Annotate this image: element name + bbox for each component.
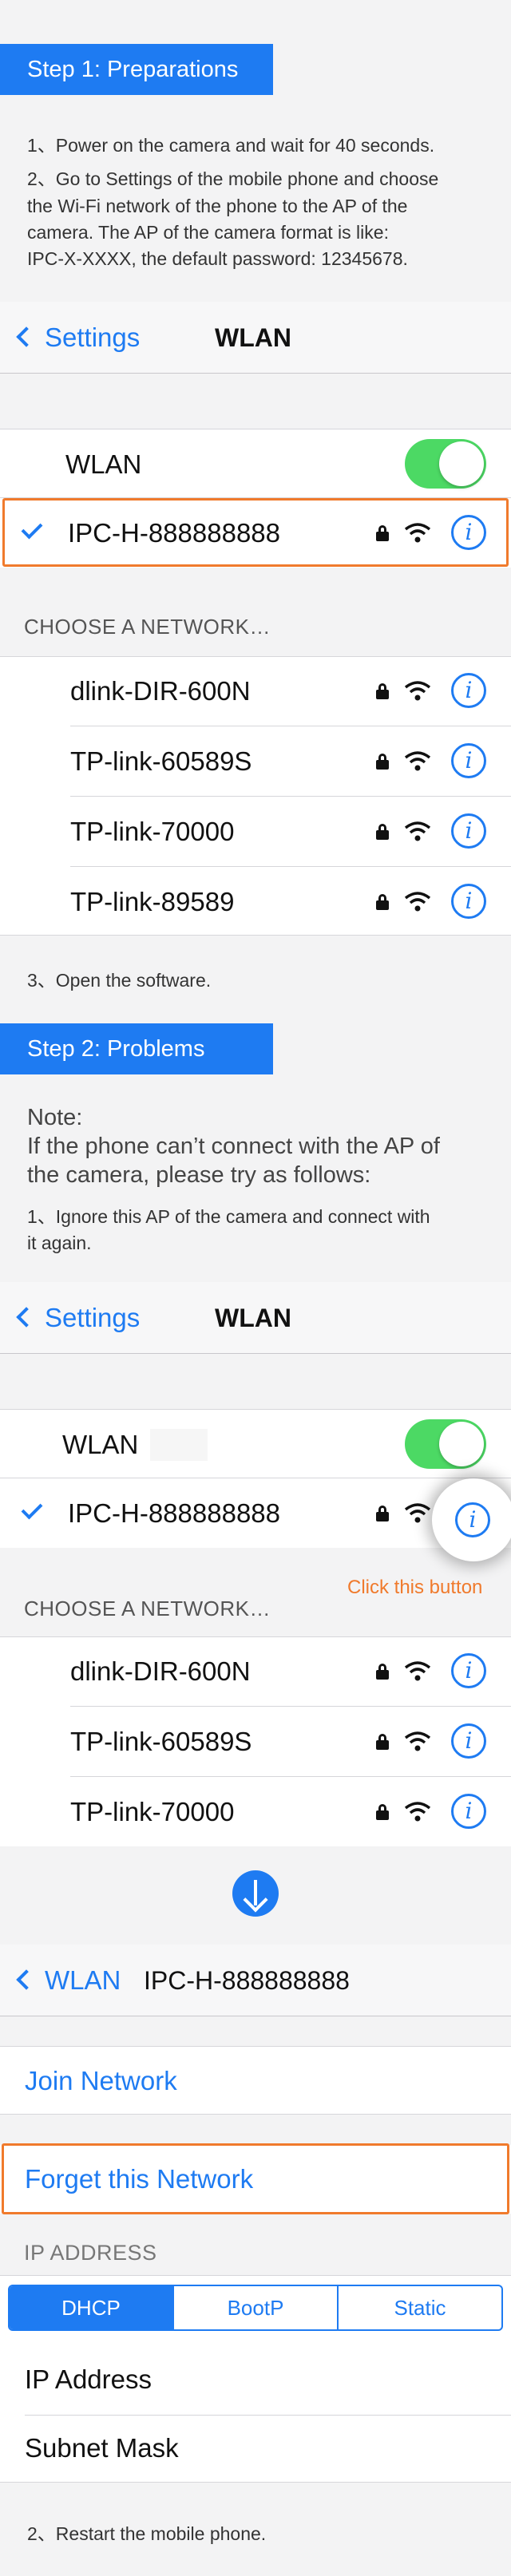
network-name: TP-link-89589 xyxy=(70,887,235,916)
wifi-icon xyxy=(404,1503,431,1523)
screen1-wlan-row: WLAN xyxy=(0,429,511,498)
wlan-label: WLAN xyxy=(65,449,142,479)
network-row[interactable]: dlink-DIR-600N i xyxy=(0,1636,511,1706)
step1-instruction-2b: the Wi-Fi network of the phone to the AP… xyxy=(27,196,408,216)
screen2-wlan-row: WLAN xyxy=(0,1409,511,1478)
note-line-2: the camera, please try as follows: xyxy=(27,1162,371,1188)
info-icon[interactable]: i xyxy=(451,673,486,708)
network-row[interactable]: TP-link-60589S i xyxy=(0,1707,511,1776)
step1-instruction-2d: IPC-X-XXXX, the default password: 123456… xyxy=(27,248,408,269)
segment-bootp[interactable]: BootP xyxy=(172,2286,337,2329)
segment-dhcp[interactable]: DHCP xyxy=(10,2286,172,2329)
chevron-left-icon xyxy=(16,326,37,347)
page: { "step1": { "banner": "Step 1: Preparat… xyxy=(0,0,511,2576)
wifi-icon xyxy=(404,1661,431,1681)
ip-mode-segmented-control: DHCP BootP Static xyxy=(8,2285,503,2331)
screen1-section-header: CHOOSE A NETWORK… xyxy=(24,615,271,639)
network-row[interactable]: TP-link-70000 i xyxy=(0,797,511,866)
info-icon[interactable]: i xyxy=(451,1653,486,1688)
screen3-back-button[interactable]: WLAN xyxy=(14,1945,121,2016)
network-row[interactable]: TP-link-89589 i xyxy=(0,867,511,936)
lock-icon xyxy=(376,754,389,770)
step2-banner: Step 2: Problems xyxy=(0,1023,273,1074)
network-row[interactable]: dlink-DIR-600N i xyxy=(0,656,511,726)
highlight-connected-network xyxy=(2,498,509,567)
highlight-forget-network xyxy=(2,2143,509,2214)
wifi-icon xyxy=(404,751,431,771)
screen2-nav-title: WLAN xyxy=(215,1304,291,1332)
chevron-left-icon xyxy=(16,1307,37,1328)
info-icon[interactable]: i xyxy=(451,1723,486,1759)
tip-line-1: 1、Ignore this AP of the camera and conne… xyxy=(27,1206,430,1227)
screen1-nav-title: WLAN xyxy=(215,323,291,352)
arrow-down-icon xyxy=(232,1870,279,1917)
network-name: TP-link-70000 xyxy=(70,817,235,846)
final-tip: 2、Restart the mobile phone. xyxy=(27,2523,267,2544)
join-network-label: Join Network xyxy=(25,2066,177,2095)
network-name: dlink-DIR-600N xyxy=(70,1656,251,1686)
info-icon[interactable]: i xyxy=(451,743,486,778)
step1-banner: Step 1: Preparations xyxy=(0,44,273,95)
lock-icon xyxy=(376,1664,389,1680)
network-row[interactable]: TP-link-70000 i xyxy=(0,1777,511,1846)
network-name: TP-link-60589S xyxy=(70,746,252,776)
network-name: TP-link-70000 xyxy=(70,1797,235,1826)
wifi-icon xyxy=(404,892,431,912)
lock-icon xyxy=(376,894,389,910)
checkmark-icon xyxy=(21,1498,43,1520)
back-label: Settings xyxy=(45,1303,141,1332)
lock-icon xyxy=(376,824,389,840)
ip-address-label: IP Address xyxy=(25,2364,152,2394)
network-row[interactable]: TP-link-60589S i xyxy=(0,726,511,796)
toggle-knob xyxy=(439,441,484,486)
ip-address-header: IP ADDRESS xyxy=(24,2241,157,2265)
screen2-back-button[interactable]: Settings xyxy=(14,1282,140,1354)
note-line-1: If the phone can’t connect with the AP o… xyxy=(27,1134,440,1159)
screen3-navbar: WLAN IPC-H-888888888 xyxy=(0,1945,511,2016)
lock-icon xyxy=(376,683,389,699)
wifi-icon xyxy=(404,681,431,701)
connected-network-name: IPC-H-888888888 xyxy=(68,1498,280,1528)
wlan-label: WLAN xyxy=(62,1430,139,1459)
note-title: Note: xyxy=(27,1105,83,1130)
step1-instruction-2c: camera. The AP of the camera format is l… xyxy=(27,222,389,243)
tip-line-2: it again. xyxy=(27,1233,92,1253)
info-icon[interactable]: i xyxy=(451,1794,486,1829)
screen2-section-header: CHOOSE A NETWORK… xyxy=(24,1597,271,1620)
lock-icon xyxy=(376,1734,389,1750)
back-label: WLAN xyxy=(45,1965,121,1995)
back-label: Settings xyxy=(45,322,141,352)
lock-icon xyxy=(376,1804,389,1820)
click-hint: Click this button xyxy=(347,1577,483,1598)
network-name: dlink-DIR-600N xyxy=(70,676,251,706)
toggle-knob xyxy=(439,1422,484,1466)
screen2-navbar: Settings WLAN xyxy=(0,1282,511,1354)
screen3-nav-title: IPC-H-888888888 xyxy=(144,1966,350,1995)
wlan-toggle[interactable] xyxy=(405,439,486,489)
chevron-left-icon xyxy=(16,1969,37,1990)
step1-instruction-3: 3、Open the software. xyxy=(27,970,212,991)
wifi-icon xyxy=(404,1802,431,1822)
redaction-block xyxy=(150,1429,208,1461)
subnet-mask-label: Subnet Mask xyxy=(25,2433,179,2463)
screen1-navbar: Settings WLAN xyxy=(0,302,511,374)
info-icon[interactable]: i xyxy=(451,813,486,849)
divider xyxy=(25,2415,511,2416)
step1-instruction-1: 1、Power on the camera and wait for 40 se… xyxy=(27,135,435,156)
info-icon[interactable]: i xyxy=(451,884,486,919)
lock-icon xyxy=(376,1506,389,1521)
network-name: TP-link-60589S xyxy=(70,1727,252,1756)
segment-static[interactable]: Static xyxy=(337,2286,501,2329)
screen1-back-button[interactable]: Settings xyxy=(14,302,140,374)
wlan-toggle[interactable] xyxy=(405,1419,486,1469)
wifi-icon xyxy=(404,821,431,841)
wifi-icon xyxy=(404,1731,431,1751)
join-network-row[interactable]: Join Network xyxy=(0,2046,511,2115)
step1-instruction-2a: 2、Go to Settings of the mobile phone and… xyxy=(27,168,439,189)
info-icon[interactable]: i xyxy=(455,1502,490,1537)
